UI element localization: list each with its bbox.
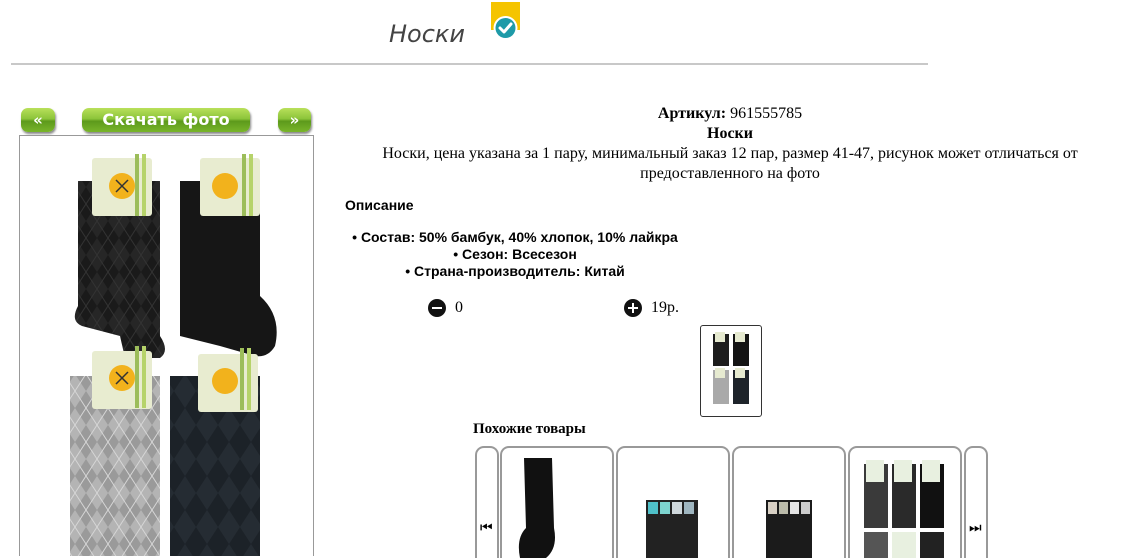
verified-badge-icon: [491, 2, 520, 42]
carousel-prev-button[interactable]: ⏮: [475, 446, 499, 558]
similar-product-card[interactable]: [848, 446, 962, 558]
similar-product-card[interactable]: [500, 446, 614, 558]
article-line: Артикул: 961555785: [360, 104, 1100, 124]
similar-product-image: [518, 458, 555, 558]
article-value: 961555785: [730, 105, 803, 122]
socks-photo-illustration: [70, 154, 277, 556]
spec-item-country: Страна-производитель: Китай: [340, 263, 690, 280]
plus-icon[interactable]: [624, 299, 642, 317]
description-heading: Описание: [345, 197, 414, 213]
quantity-control: 0: [428, 299, 463, 317]
similar-product-card[interactable]: [732, 446, 846, 558]
spec-list: Состав: 50% бамбук, 40% хлопок, 10% лайк…: [340, 229, 690, 280]
photo-thumbnail[interactable]: [700, 325, 762, 417]
next-photo-button[interactable]: »: [278, 108, 311, 132]
minus-icon[interactable]: [428, 299, 446, 317]
skip-forward-icon: ⏭: [969, 520, 982, 536]
price-value: 19р.: [651, 299, 679, 316]
product-name: Носки: [707, 125, 753, 142]
price-control: 19р.: [624, 299, 679, 317]
skip-back-icon: ⏮: [480, 520, 493, 536]
similar-product-image: [864, 460, 944, 558]
title-area: Носки: [0, 14, 930, 48]
product-info: Артикул: 961555785 Носки Носки, цена ука…: [360, 104, 1100, 184]
spec-item-composition: Состав: 50% бамбук, 40% хлопок, 10% лайк…: [340, 229, 690, 246]
quantity-value: 0: [455, 299, 463, 316]
main-product-photo[interactable]: [19, 135, 314, 556]
thumbnail-image: [713, 332, 749, 404]
title-divider: [11, 63, 928, 65]
product-summary: Носки, цена указана за 1 пару, минимальн…: [382, 145, 1078, 182]
prev-photo-button[interactable]: «: [21, 108, 55, 132]
download-photo-button[interactable]: Скачать фото: [82, 108, 250, 132]
similar-products-heading: Похожие товары: [473, 421, 586, 437]
similar-product-image: [646, 500, 698, 558]
page-title: Носки: [388, 20, 466, 48]
similar-product-card[interactable]: [616, 446, 730, 558]
spec-item-season: Сезон: Всесезон: [340, 246, 690, 263]
carousel-next-button[interactable]: ⏭: [964, 446, 988, 558]
article-label: Артикул:: [657, 105, 727, 122]
similar-product-image: [766, 500, 812, 558]
